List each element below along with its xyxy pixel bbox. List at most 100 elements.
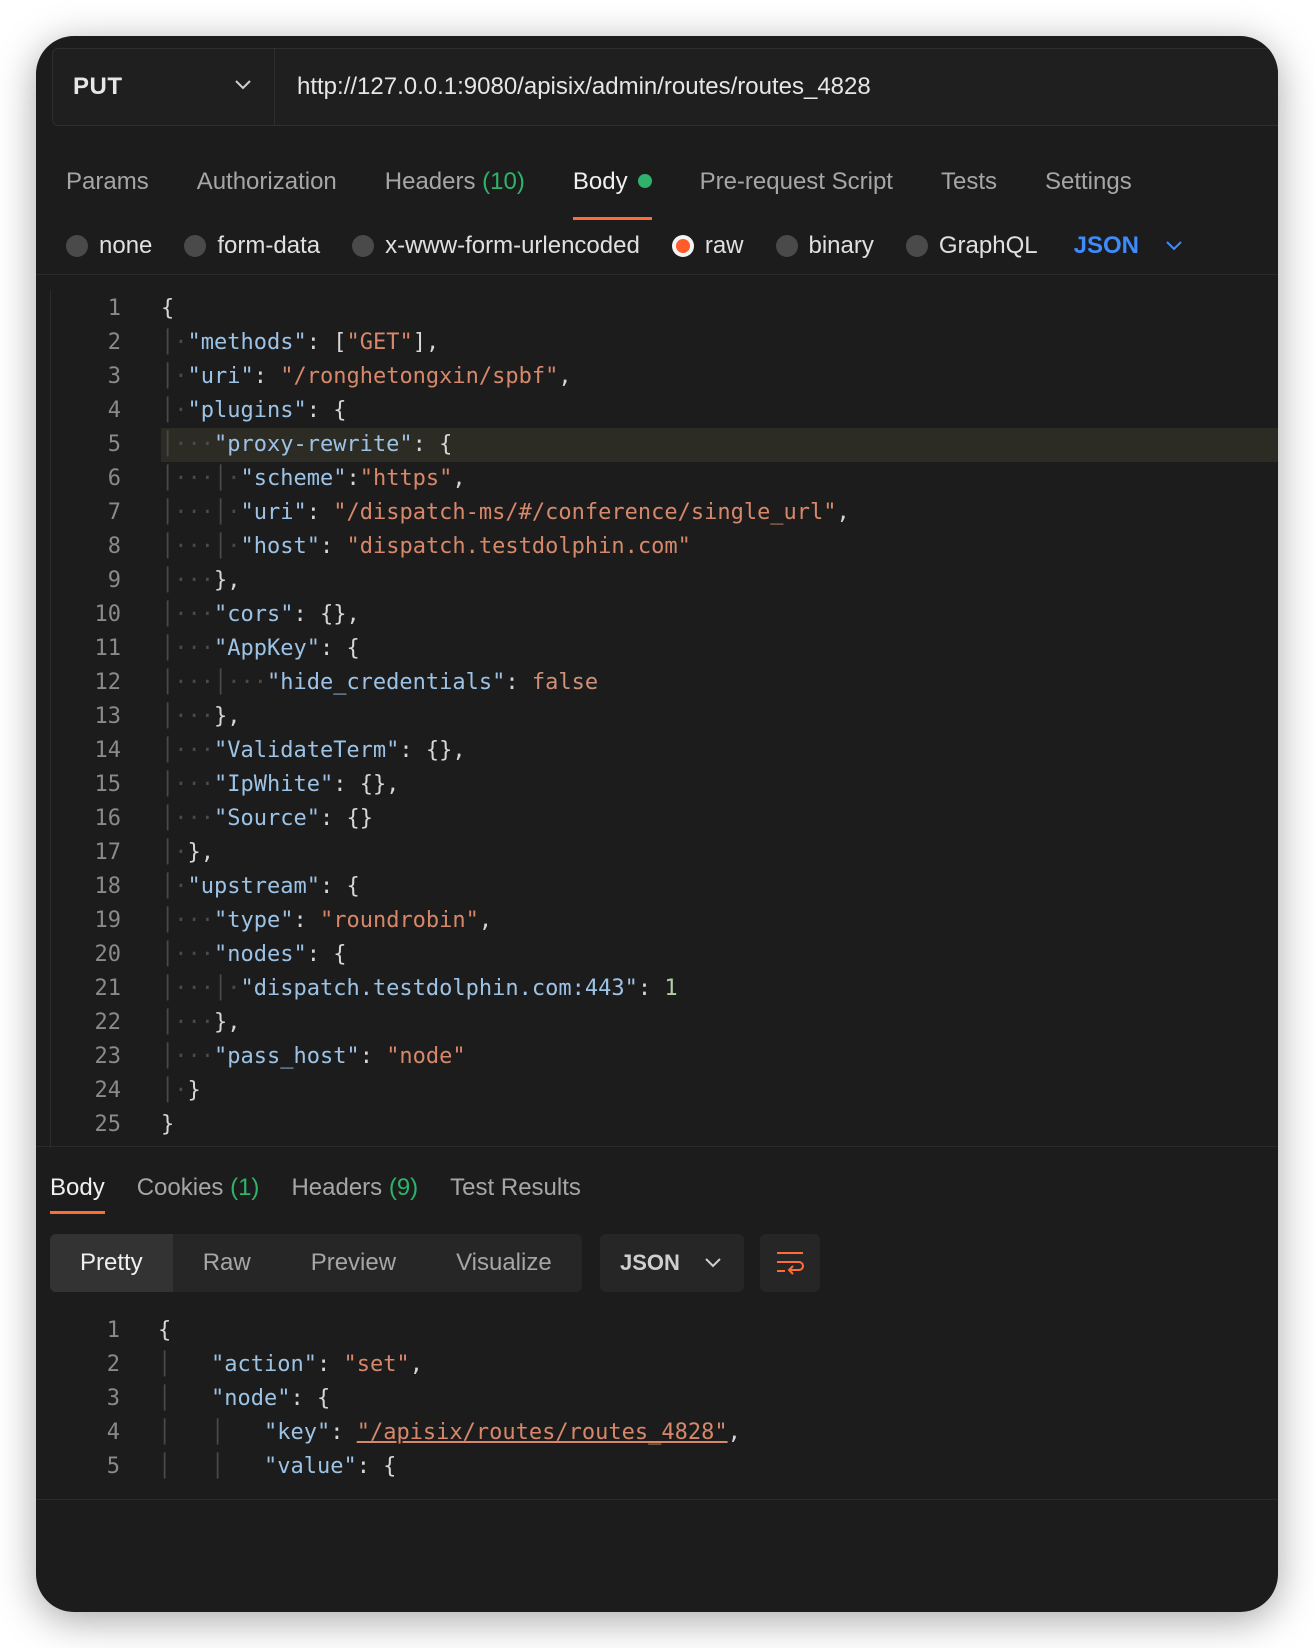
line-number: 5 [107,432,121,457]
code-line: 1{ [50,1314,1278,1348]
line-number: 22 [94,1010,122,1035]
view-preview[interactable]: Preview [281,1234,426,1292]
view-raw[interactable]: Raw [173,1234,281,1292]
radio-icon [775,235,798,257]
code-line: 20 │···"nodes": { [51,938,1278,972]
code-line: 9 │···}, [51,564,1278,598]
code-line: 6 │···│·"scheme":"https", [51,462,1278,496]
request-bar: PUT http://127.0.0.1:9080/apisix/admin/r… [52,48,1278,126]
body-type-raw[interactable]: raw [671,232,744,260]
line-number: 21 [94,976,122,1001]
code-line: 1{ [51,292,1278,326]
line-number: 4 [107,398,121,423]
code-line: 11 │···"AppKey": { [51,632,1278,666]
code-line: 14 │···"ValidateTerm": {}, [51,734,1278,768]
response-format-select[interactable]: JSON [600,1234,744,1292]
postman-window: PUT http://127.0.0.1:9080/apisix/admin/r… [36,36,1278,1612]
line-number: 3 [106,1386,120,1411]
code-line: 2 │·"methods": ["GET"], [51,326,1278,360]
code-line: 22 │···}, [51,1006,1278,1040]
body-type-graphql[interactable]: GraphQL [905,232,1038,260]
response-tab-body[interactable]: Body [50,1160,105,1216]
line-number: 12 [94,670,122,695]
line-number: 7 [107,500,121,525]
line-number: 16 [94,806,122,831]
line-number: 13 [94,704,122,729]
tab-headers[interactable]: Headers (10) [385,154,525,210]
radio-icon [184,235,207,257]
line-number: 5 [106,1454,120,1479]
line-number: 18 [94,874,122,899]
line-number: 9 [107,568,121,593]
line-number: 24 [94,1078,122,1103]
code-line: 7 │···│·"uri": "/dispatch-ms/#/conference… [51,496,1278,530]
code-line: 21 │···│·"dispatch.testdolphin.com:443": … [51,972,1278,1006]
code-line: 3 │ "node": { [50,1382,1278,1416]
body-type-none[interactable]: none [66,232,152,260]
body-format-select[interactable]: JSON [1074,232,1183,260]
tab-params[interactable]: Params [66,154,149,210]
body-type-form-data[interactable]: form-data [184,232,320,260]
url-input[interactable]: http://127.0.0.1:9080/apisix/admin/route… [275,49,871,125]
tab-pre-request-script[interactable]: Pre-request Script [700,154,893,210]
body-status-dot [637,173,652,188]
code-line: 4 │·"plugins": { [51,394,1278,428]
code-line: 19 │···"type": "roundrobin", [51,904,1278,938]
radio-selected-icon [671,235,694,257]
line-number: 2 [107,330,121,355]
method-label: PUT [73,73,123,100]
wrap-lines-icon [777,1252,804,1275]
request-body-editor[interactable]: 1{ 2 │·"methods": ["GET"], 3 │·"uri": "/ro… [50,290,1278,1148]
body-type-options: none form-data x-www-form-urlencoded raw… [66,216,1183,276]
view-visualize[interactable]: Visualize [426,1234,582,1292]
chevron-down-icon [1166,241,1182,251]
code-line: 16 │···"Source": {} [51,802,1278,836]
line-number: 1 [106,1318,120,1343]
wrap-lines-button[interactable] [760,1234,820,1292]
response-view-selector: Pretty Raw Preview Visualize [50,1234,582,1292]
response-body-viewer[interactable]: 1{ 2 │ "action": "set", 3 │ "node": { 4 │ │… [50,1312,1278,1502]
code-line: 5 │···"proxy-rewrite": { [51,428,1278,462]
headers-count: (10) [482,168,525,195]
tab-tests[interactable]: Tests [941,154,997,210]
tab-settings[interactable]: Settings [1045,154,1132,210]
response-tab-headers[interactable]: Headers (9) [291,1160,418,1216]
radio-icon [352,235,375,257]
code-line: 8 │···│·"host": "dispatch.testdolphin.com… [51,530,1278,564]
divider [36,274,1278,275]
divider [36,1146,1278,1147]
line-number: 11 [94,636,122,661]
line-number: 2 [106,1352,120,1377]
response-tab-test-results[interactable]: Test Results [450,1160,581,1216]
method-select[interactable]: PUT [53,49,275,125]
code-line: 12 │···│···"hide_credentials": false [51,666,1278,700]
divider [36,1499,1278,1500]
request-tabs: Params Authorization Headers (10) Body P… [66,154,1180,220]
body-type-urlencoded[interactable]: x-www-form-urlencoded [352,232,640,260]
line-number: 15 [94,772,122,797]
code-line: 24 │·} [51,1074,1278,1108]
line-number: 4 [106,1420,120,1445]
line-number: 3 [107,364,121,389]
line-number: 17 [94,840,122,865]
line-number: 10 [94,602,122,627]
body-type-binary[interactable]: binary [775,232,874,260]
code-line: 15 │···"IpWhite": {}, [51,768,1278,802]
chevron-down-icon [705,1258,721,1268]
response-tab-cookies[interactable]: Cookies (1) [137,1160,260,1216]
radio-icon [66,235,88,257]
line-number: 1 [107,296,121,321]
line-number: 20 [94,942,122,967]
code-line: 18 │·"upstream": { [51,870,1278,904]
code-line: 23 │···"pass_host": "node" [51,1040,1278,1074]
code-line: 10 │···"cors": {}, [51,598,1278,632]
tab-body[interactable]: Body [572,154,652,220]
code-line: 25} [51,1108,1278,1142]
view-pretty[interactable]: Pretty [50,1234,173,1292]
code-line: 4 │ │ "key": "/apisix/routes/routes_4828"… [50,1416,1278,1450]
line-number: 23 [94,1044,122,1069]
line-number: 25 [94,1112,122,1137]
tab-authorization[interactable]: Authorization [197,154,337,210]
radio-icon [905,235,928,257]
code-line: 2 │ "action": "set", [50,1348,1278,1382]
